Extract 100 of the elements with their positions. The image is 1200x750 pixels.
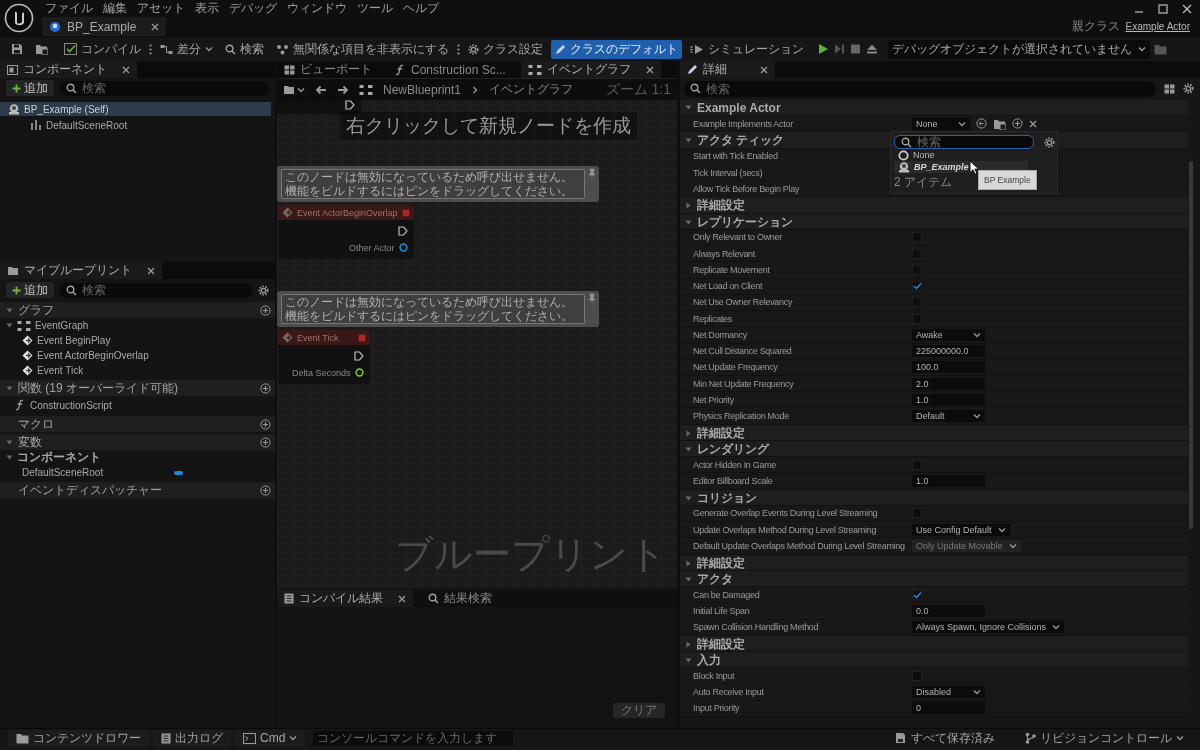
search-field[interactable]: 検索 xyxy=(684,80,1156,97)
save-status-button[interactable]: すべて保存済み xyxy=(887,729,1003,747)
toolbar-button[interactable]: 無関係な項目を非表示にする xyxy=(272,39,453,59)
document-tab[interactable]: BP_Example xyxy=(42,17,166,36)
number-field[interactable]: 1.0 xyxy=(912,393,985,406)
toolbar-button[interactable]: コンパイル xyxy=(60,39,145,59)
number-field[interactable]: 2.0 xyxy=(912,377,985,390)
number-field[interactable]: 225000000.0 xyxy=(912,345,985,358)
menu-item[interactable]: デバッグ xyxy=(224,0,282,17)
collapse-arrow-icon[interactable] xyxy=(685,218,692,226)
panel-tab[interactable]: 詳細 xyxy=(680,61,775,78)
table-view-icon[interactable] xyxy=(1164,83,1175,94)
close-icon[interactable] xyxy=(122,65,130,74)
dropdown[interactable]: Default xyxy=(912,410,985,423)
menu-option[interactable]: None xyxy=(894,149,1028,161)
exec-pin-icon[interactable] xyxy=(397,225,408,236)
play-icon[interactable] xyxy=(818,43,829,55)
add-button[interactable]: 追加 xyxy=(6,80,54,96)
close-icon[interactable] xyxy=(147,266,155,275)
dropdown-button[interactable]: 差分 xyxy=(156,39,217,59)
search-field[interactable]: 検索 xyxy=(60,80,269,96)
section-header[interactable]: Example Actor xyxy=(697,100,781,115)
arrow-icon[interactable] xyxy=(976,118,987,130)
section-header[interactable]: 詳細設定 xyxy=(697,197,745,215)
collapse-arrow-icon[interactable] xyxy=(685,137,692,145)
add-button[interactable]: 追加 xyxy=(6,282,54,298)
expand-arrow-icon[interactable] xyxy=(685,202,692,210)
add-icon[interactable] xyxy=(260,436,271,448)
expand-arrow-icon[interactable] xyxy=(685,429,692,437)
collapse-arrow-icon[interactable] xyxy=(685,445,692,453)
revision-control-button[interactable]: リビジョンコントロール xyxy=(1017,729,1192,747)
collapse-arrow-icon[interactable] xyxy=(685,104,692,112)
category-header[interactable]: イベントディスパッチャー xyxy=(0,482,275,498)
event-item[interactable]: Event Tick xyxy=(37,365,84,376)
menu-item[interactable]: ヘルプ xyxy=(398,0,444,17)
engine-logo[interactable] xyxy=(4,3,34,33)
debug-object-dropdown[interactable]: デバッグオブジェクトが選択されていません xyxy=(888,39,1150,59)
graph-item[interactable]: EventGraph xyxy=(35,320,89,331)
maximize-icon[interactable] xyxy=(1158,3,1168,14)
eject-icon[interactable] xyxy=(866,43,878,55)
section-header[interactable]: 入力 xyxy=(697,651,721,669)
more-icon[interactable] xyxy=(149,43,152,55)
checkbox[interactable] xyxy=(912,589,922,600)
dropdown[interactable]: Use Config Default xyxy=(912,523,1010,536)
console-input[interactable]: コンソールコマンドを入力します xyxy=(313,730,514,746)
toggle-button[interactable]: クラス設定 xyxy=(464,39,547,59)
panel-tab[interactable]: マイブループリント xyxy=(0,262,162,279)
event-item[interactable]: Event BeginPlay xyxy=(37,335,111,346)
clear-icon[interactable] xyxy=(1029,119,1037,128)
close-icon[interactable] xyxy=(645,65,654,74)
tree-item[interactable]: BP_Example (Self) xyxy=(0,102,271,116)
menu-item[interactable]: ウィンドウ xyxy=(282,0,352,17)
section-header[interactable]: 詳細設定 xyxy=(697,554,745,572)
collapse-arrow-icon[interactable] xyxy=(685,494,692,502)
cmd-dropdown[interactable]: Cmd xyxy=(235,729,306,747)
expand-arrow-icon[interactable] xyxy=(685,640,692,648)
back-icon[interactable] xyxy=(315,84,327,95)
add-icon[interactable] xyxy=(1012,118,1023,130)
tree-item[interactable]: DefaultSceneRoot xyxy=(0,118,271,132)
close-icon[interactable] xyxy=(1182,3,1192,14)
editor-tab[interactable]: ビューポート xyxy=(277,61,379,78)
pin-icon[interactable] xyxy=(354,368,364,377)
add-icon[interactable] xyxy=(260,304,271,316)
collapse-arrow-icon[interactable] xyxy=(685,575,692,583)
more-icon[interactable] xyxy=(457,43,460,55)
category-header[interactable]: マクロ xyxy=(0,416,275,432)
menu-item[interactable]: ツール xyxy=(352,0,398,17)
close-icon[interactable] xyxy=(760,65,768,74)
function-item[interactable]: ConstructionScript xyxy=(30,399,112,411)
status-button[interactable]: 出力ログ xyxy=(153,729,231,747)
expand-arrow-icon[interactable] xyxy=(685,559,692,567)
add-icon[interactable] xyxy=(260,418,271,430)
dropdown[interactable]: Awake xyxy=(912,328,985,341)
pin-icon[interactable] xyxy=(398,243,408,252)
toolbar-button[interactable]: シミュレーション xyxy=(686,39,808,59)
forward-icon[interactable] xyxy=(337,84,349,95)
panel-tab[interactable]: 結果検索 xyxy=(421,590,499,608)
breadcrumb-item[interactable]: NewBlueprint1 xyxy=(383,82,462,97)
dropdown[interactable]: Always Spawn, Ignore Collisions xyxy=(912,621,1065,634)
folder-icon[interactable] xyxy=(993,117,1006,130)
panel-tab[interactable]: コンポーネント xyxy=(0,61,137,78)
variable-item[interactable]: DefaultSceneRoot xyxy=(22,467,104,478)
settings-icon[interactable] xyxy=(1044,136,1055,148)
section-header[interactable]: コリジョン xyxy=(697,489,757,507)
number-field[interactable]: 0 xyxy=(912,702,985,715)
save-icon[interactable] xyxy=(11,43,23,55)
section-header[interactable]: レンダリング xyxy=(697,440,769,458)
breadcrumb-item[interactable]: イベントグラフ xyxy=(489,81,574,98)
add-icon[interactable] xyxy=(260,484,271,496)
menu-item[interactable]: アセット xyxy=(132,0,190,17)
event-item[interactable]: Event ActorBeginOverlap xyxy=(37,350,149,361)
number-field[interactable]: 1.0 xyxy=(912,475,985,487)
category-header[interactable]: 関数 (19 オーバーライド可能) xyxy=(0,380,275,396)
clear-button[interactable]: クリア xyxy=(613,703,665,718)
menu-item[interactable]: 編集 xyxy=(98,0,132,17)
dropdown[interactable]: Disabled xyxy=(912,686,985,699)
editor-tab[interactable]: Construction Sc... xyxy=(387,61,513,78)
search-field[interactable]: 検索 xyxy=(895,136,1033,148)
toggle-button[interactable]: クラスのデフォルト xyxy=(551,39,682,59)
section-header[interactable]: 詳細設定 xyxy=(697,424,745,442)
